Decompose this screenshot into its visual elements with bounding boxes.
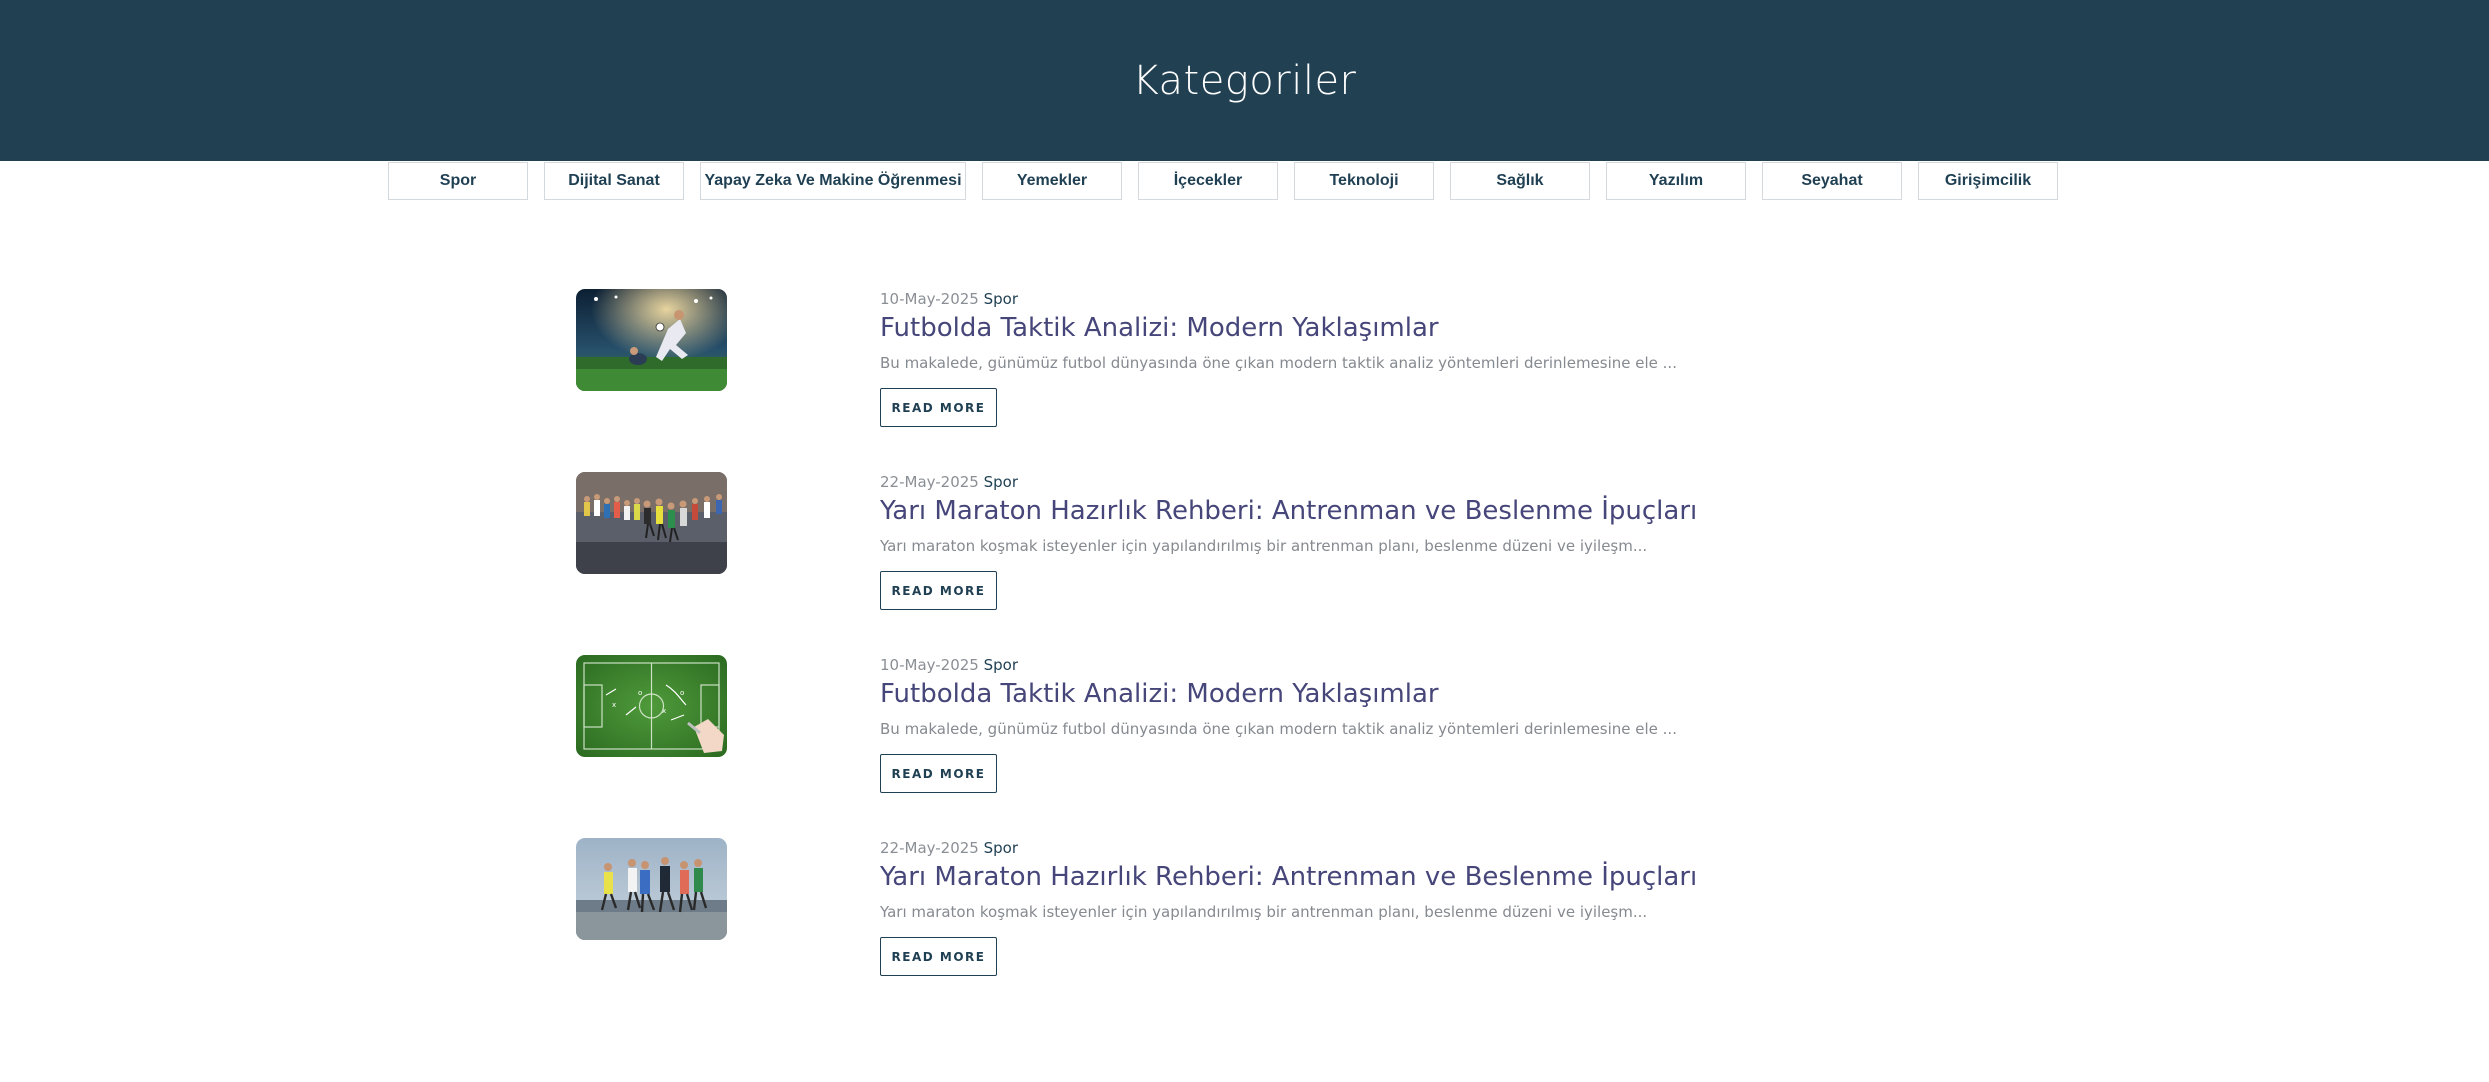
post-meta: 10-May-2025 Spor	[880, 655, 1780, 675]
post-title[interactable]: Futbolda Taktik Analizi: Modern Yaklaşım…	[880, 312, 1780, 344]
post-list: 10-May-2025 Spor Futbolda Taktik Analizi…	[576, 287, 1776, 1019]
post-date: 10-May-2025	[880, 290, 979, 308]
post-item: 22-May-2025 Spor Yarı Maraton Hazırlık R…	[576, 470, 1776, 653]
post-date: 22-May-2025	[880, 839, 979, 857]
post-excerpt: Bu makalede, günümüz futbol dünyasında ö…	[880, 720, 1677, 738]
category-button-teknoloji[interactable]: Teknoloji	[1294, 162, 1434, 200]
post-thumbnail-marathon[interactable]	[576, 472, 727, 574]
post-body: 10-May-2025 Spor Futbolda Taktik Analizi…	[880, 289, 1780, 427]
post-title[interactable]: Futbolda Taktik Analizi: Modern Yaklaşım…	[880, 678, 1780, 710]
post-thumbnail-football[interactable]	[576, 289, 727, 391]
football-image	[576, 289, 727, 391]
post-item: 10-May-2025 Spor Futbolda Taktik Analizi…	[576, 287, 1776, 470]
category-button-saglik[interactable]: Sağlık	[1450, 162, 1590, 200]
post-title[interactable]: Yarı Maraton Hazırlık Rehberi: Antrenman…	[880, 861, 1780, 893]
page-header: Kategoriler	[0, 0, 2489, 161]
post-date: 22-May-2025	[880, 473, 979, 491]
page-title: Kategoriler	[1132, 57, 1357, 104]
read-more-button[interactable]: READ MORE	[880, 754, 997, 793]
post-excerpt: Bu makalede, günümüz futbol dünyasında ö…	[880, 354, 1677, 372]
category-button-dijital-sanat[interactable]: Dijital Sanat	[544, 162, 684, 200]
post-body: 10-May-2025 Spor Futbolda Taktik Analizi…	[880, 655, 1780, 793]
post-title[interactable]: Yarı Maraton Hazırlık Rehberi: Antrenman…	[880, 495, 1780, 527]
svg-text:o: o	[638, 689, 642, 697]
tactics-board-image: x o x o	[576, 655, 727, 757]
category-button-girisimcilik[interactable]: Girişimcilik	[1918, 162, 2058, 200]
post-category[interactable]: Spor	[984, 473, 1018, 491]
post-excerpt: Yarı maraton koşmak isteyenler için yapı…	[880, 903, 1648, 921]
post-category[interactable]: Spor	[984, 839, 1018, 857]
post-excerpt: Yarı maraton koşmak isteyenler için yapı…	[880, 537, 1648, 555]
category-button-yemekler[interactable]: Yemekler	[982, 162, 1122, 200]
post-body: 22-May-2025 Spor Yarı Maraton Hazırlık R…	[880, 838, 1780, 976]
marathon-image	[576, 472, 727, 574]
category-bar: Spor Dijital Sanat Yapay Zeka Ve Makine …	[388, 162, 2058, 200]
post-date: 10-May-2025	[880, 656, 979, 674]
post-item: 22-May-2025 Spor Yarı Maraton Hazırlık R…	[576, 836, 1776, 1019]
category-button-yapay-zeka[interactable]: Yapay Zeka Ve Makine Öğrenmesi	[700, 162, 966, 200]
post-thumbnail-tactics[interactable]: x o x o	[576, 655, 727, 757]
svg-text:x: x	[612, 701, 616, 709]
read-more-button[interactable]: READ MORE	[880, 388, 997, 427]
svg-text:o: o	[680, 689, 684, 697]
post-body: 22-May-2025 Spor Yarı Maraton Hazırlık R…	[880, 472, 1780, 610]
category-button-seyahat[interactable]: Seyahat	[1762, 162, 1902, 200]
svg-text:x: x	[662, 707, 666, 715]
category-button-yazilim[interactable]: Yazılım	[1606, 162, 1746, 200]
read-more-button[interactable]: READ MORE	[880, 937, 997, 976]
category-button-icecekler[interactable]: İçecekler	[1138, 162, 1278, 200]
runners-image	[576, 838, 727, 940]
post-thumbnail-runners[interactable]	[576, 838, 727, 940]
post-category[interactable]: Spor	[984, 290, 1018, 308]
post-meta: 10-May-2025 Spor	[880, 289, 1780, 309]
category-button-spor[interactable]: Spor	[388, 162, 528, 200]
post-meta: 22-May-2025 Spor	[880, 838, 1780, 858]
read-more-button[interactable]: READ MORE	[880, 571, 997, 610]
post-meta: 22-May-2025 Spor	[880, 472, 1780, 492]
post-item: xo xo 10-May-2025 Spor Futbolda Taktik A…	[576, 653, 1776, 836]
post-category[interactable]: Spor	[984, 656, 1018, 674]
